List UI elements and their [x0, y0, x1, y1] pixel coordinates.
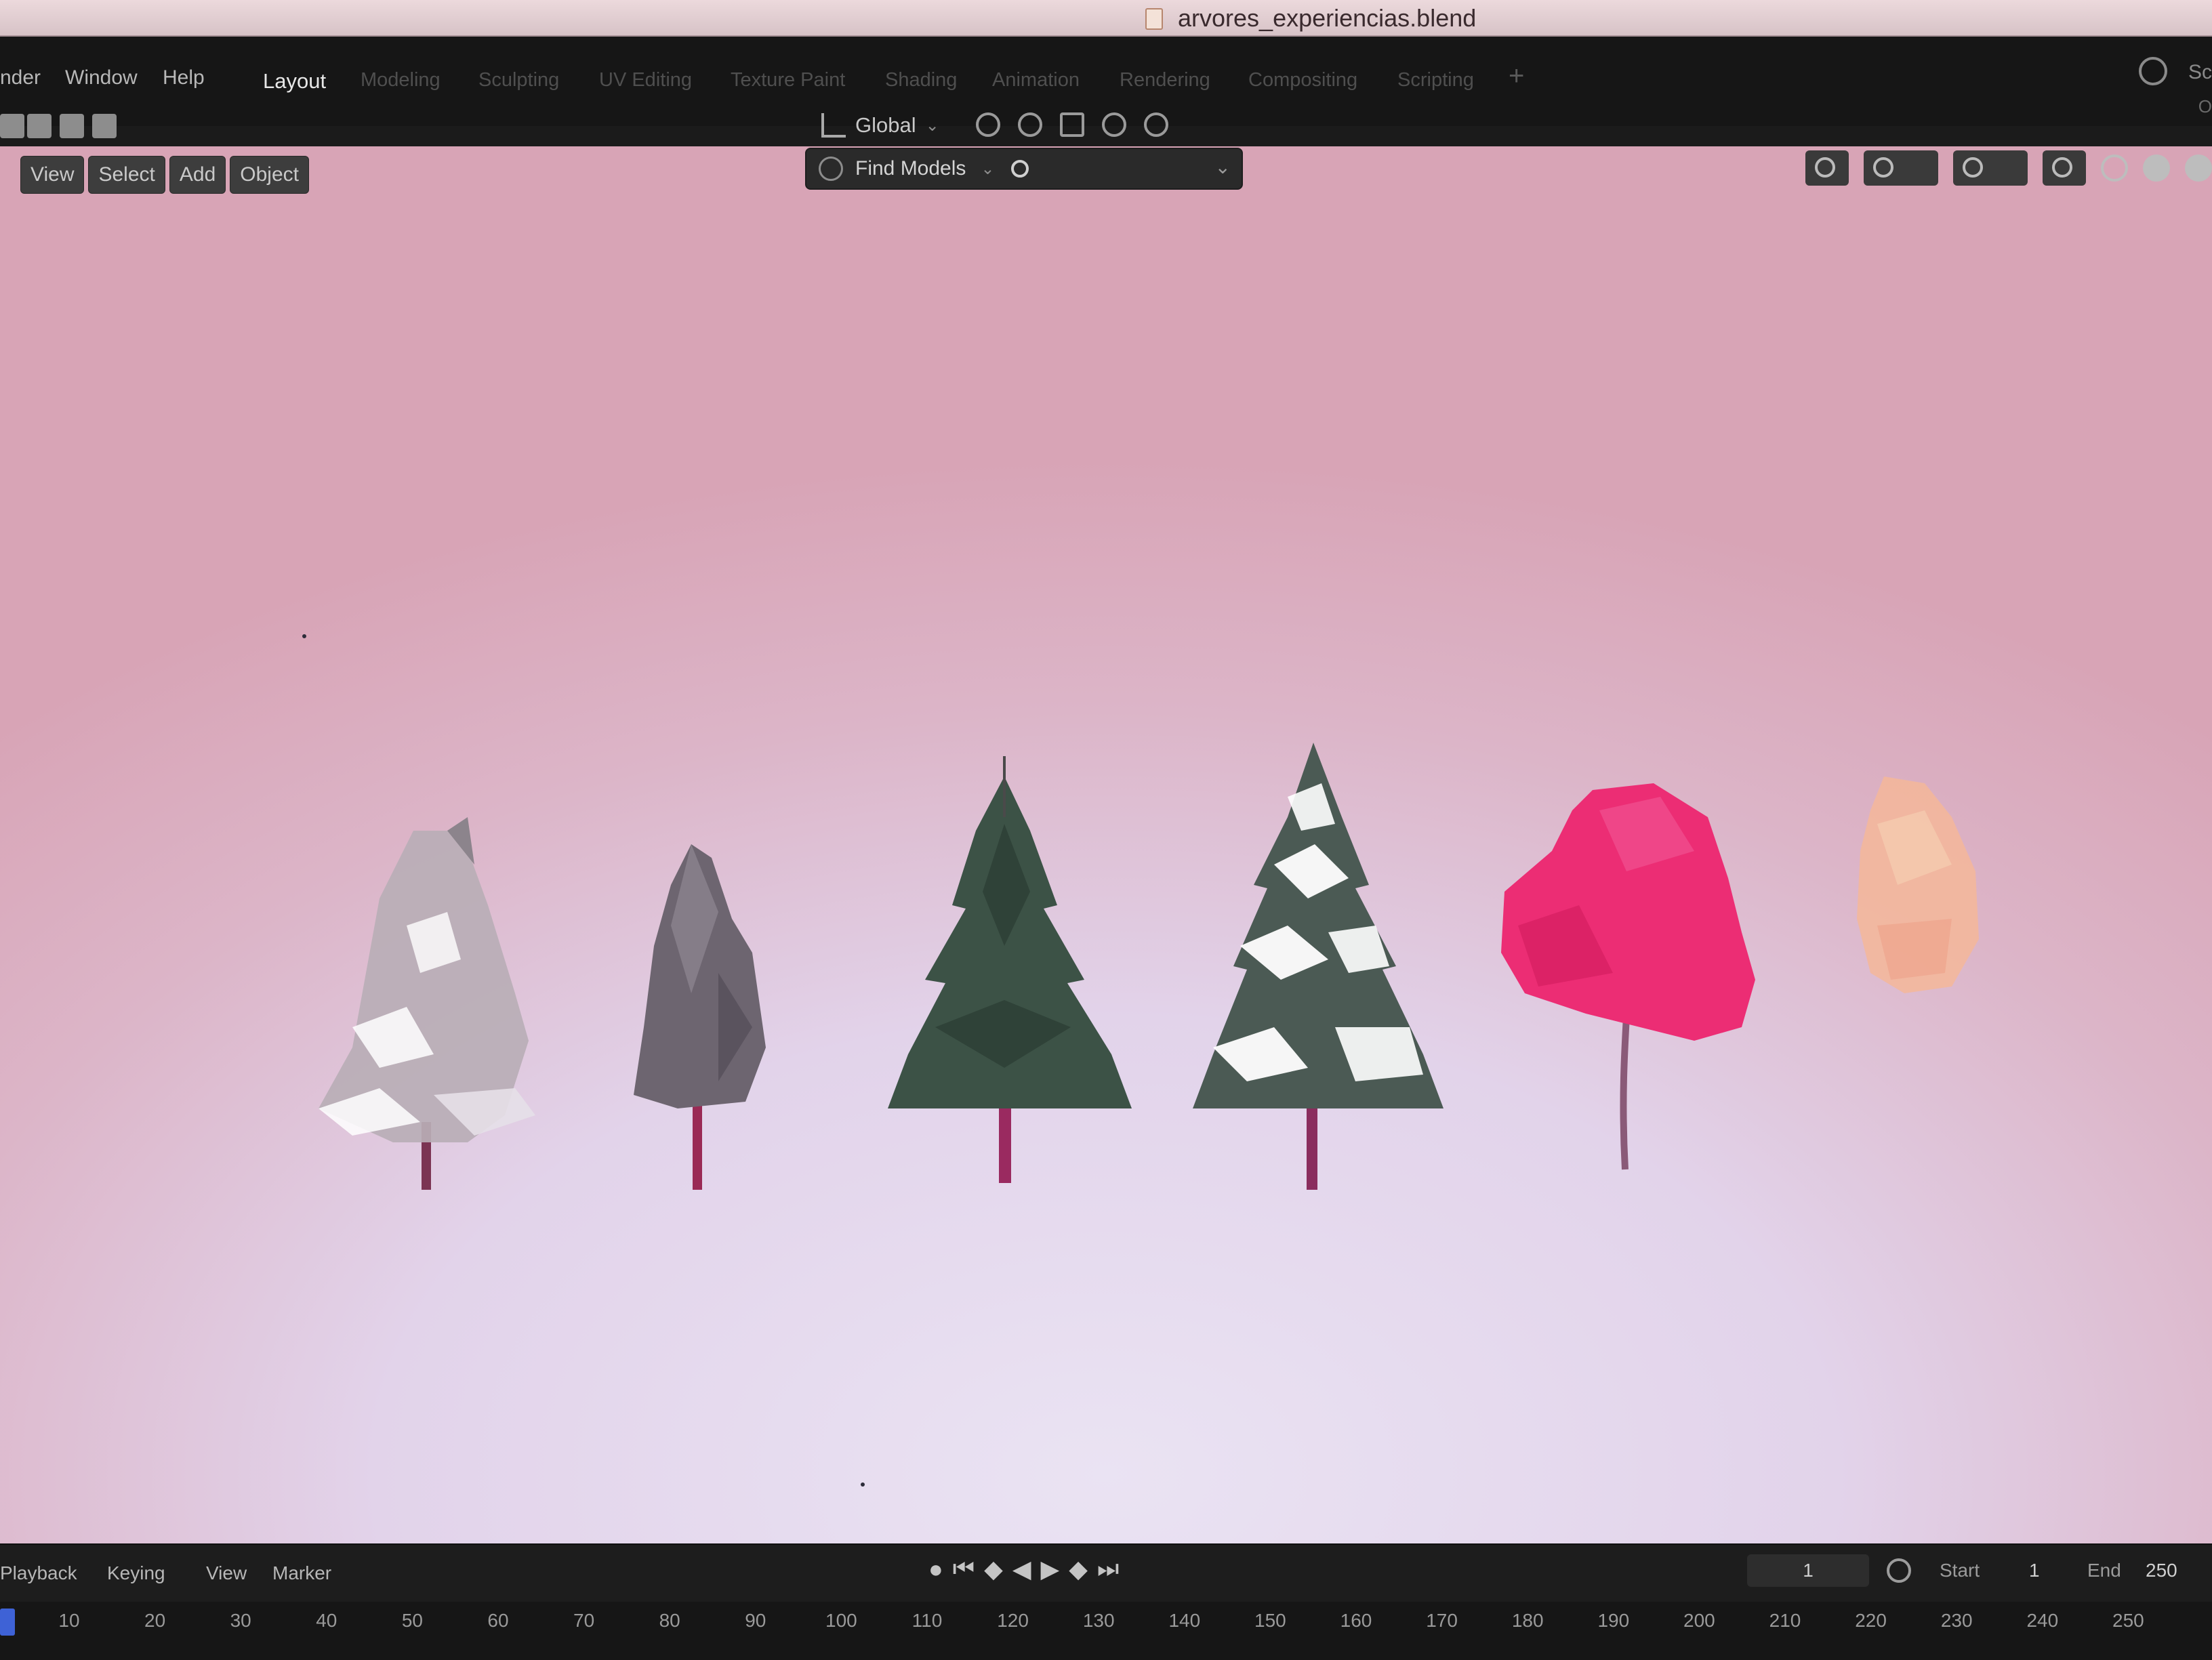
jump-end-icon[interactable]: ⏭	[1097, 1554, 1119, 1583]
stopwatch-icon[interactable]	[1887, 1558, 1911, 1583]
play-reverse-icon[interactable]: ◀	[1012, 1555, 1031, 1583]
select-subtract-icon[interactable]	[60, 114, 84, 138]
next-keyframe-icon[interactable]: ◆	[1069, 1555, 1088, 1583]
add-workspace-button[interactable]: +	[1509, 61, 1524, 91]
playback-controls: ● ⏮ ◆ ◀ ▶ ◆ ⏭	[928, 1554, 1119, 1583]
frame-tick: 40	[316, 1610, 337, 1631]
frame-tick: 90	[745, 1610, 766, 1631]
frame-tick: 80	[659, 1610, 680, 1631]
scene-objects	[319, 743, 1979, 1190]
pivot-icon[interactable]	[976, 112, 1000, 137]
frame-ruler[interactable]: 10 20 30 40 50 60 70 80 90 100 110 120 130 140 150 160 1…	[0, 1602, 2212, 1660]
select-intersect-icon[interactable]	[92, 114, 117, 138]
menu-keying[interactable]: Keying	[107, 1562, 165, 1584]
tree-1[interactable]	[319, 817, 535, 1190]
tree-2[interactable]	[634, 844, 766, 1190]
viewport-header: Global ⌄	[0, 108, 2212, 146]
select-mode-icon[interactable]	[0, 114, 24, 138]
tab-texture-paint[interactable]: Texture Paint	[731, 69, 845, 91]
tree-6[interactable]	[1857, 776, 1979, 993]
tab-uv-editing[interactable]: UV Editing	[599, 69, 692, 91]
frame-tick: 30	[230, 1610, 251, 1631]
tab-animation[interactable]: Animation	[992, 69, 1080, 91]
3d-viewport[interactable]: View Select Add Object Find Models ⌄ ⌄	[0, 146, 2212, 1543]
tab-compositing[interactable]: Compositing	[1248, 69, 1357, 91]
tab-layout[interactable]: Layout	[263, 69, 326, 94]
frame-tick: 190	[1597, 1610, 1630, 1631]
playhead[interactable]	[0, 1609, 15, 1636]
window-titlebar: arvores_experiencias.blend	[0, 0, 2212, 37]
frame-tick: 110	[912, 1610, 943, 1631]
frame-tick: 70	[573, 1610, 595, 1631]
timeline-editor: Playback Keying View Marker ● ⏮ ◆ ◀ ▶ ◆ …	[0, 1543, 2212, 1660]
origin-dot	[302, 634, 306, 638]
tab-rendering[interactable]: Rendering	[1120, 69, 1210, 91]
snapping-tools	[976, 112, 1168, 137]
tree-5[interactable]	[1501, 783, 1755, 1170]
window-title: arvores_experiencias.blend	[1178, 4, 1477, 32]
menu-playback[interactable]: Playback	[0, 1562, 77, 1584]
frame-tick: 200	[1683, 1610, 1715, 1631]
falloff-icon[interactable]	[1144, 112, 1168, 137]
end-label: End	[2087, 1560, 2121, 1581]
jump-start-icon[interactable]: ⏮	[953, 1554, 975, 1583]
blend-file-icon	[1145, 8, 1163, 30]
start-label: Start	[1940, 1560, 1980, 1581]
prev-keyframe-icon[interactable]: ◆	[984, 1555, 1003, 1583]
frame-tick: 240	[2026, 1610, 2059, 1631]
frame-tick: 210	[1769, 1610, 1801, 1631]
proportional-edit-icon[interactable]	[1102, 112, 1126, 137]
tab-modeling[interactable]: Modeling	[361, 69, 441, 91]
tab-shading[interactable]: Shading	[885, 69, 957, 91]
scene-label[interactable]: Sc	[2188, 61, 2212, 84]
origin-dot	[861, 1482, 865, 1487]
tab-scripting[interactable]: Scripting	[1397, 69, 1474, 91]
user-icon[interactable]	[2139, 57, 2167, 85]
frame-tick: 120	[997, 1610, 1029, 1631]
frame-tick: 130	[1082, 1610, 1115, 1631]
frame-tick: 20	[144, 1610, 166, 1631]
play-icon[interactable]: ▶	[1041, 1555, 1060, 1583]
menu-window[interactable]: Window	[65, 66, 138, 89]
select-extend-icon[interactable]	[27, 114, 52, 138]
frame-tick: 160	[1340, 1610, 1372, 1631]
frame-tick: 60	[487, 1610, 509, 1631]
snap-icon[interactable]	[1018, 112, 1042, 137]
tree-4[interactable]	[1193, 743, 1443, 1190]
frame-tick: 220	[1855, 1610, 1887, 1631]
frame-tick: 50	[401, 1610, 423, 1631]
start-frame-field[interactable]: 1	[2029, 1560, 2040, 1581]
menu-render[interactable]: nder	[0, 66, 41, 89]
frame-tick: 230	[1940, 1610, 1973, 1631]
chevron-down-icon: ⌄	[925, 116, 939, 135]
menu-timeline-view[interactable]: View	[206, 1562, 247, 1584]
frame-tick: 140	[1168, 1610, 1201, 1631]
frame-tick: 170	[1426, 1610, 1458, 1631]
tab-sculpting[interactable]: Sculpting	[478, 69, 559, 91]
current-frame-field[interactable]: 1	[1747, 1554, 1869, 1587]
record-icon[interactable]: ●	[928, 1555, 943, 1583]
snap-target-icon[interactable]	[1060, 112, 1084, 137]
orientation-label: Global	[855, 113, 916, 137]
frame-tick: 150	[1254, 1610, 1286, 1631]
end-frame-field[interactable]: 250	[2146, 1560, 2177, 1581]
frame-tick: 100	[825, 1610, 857, 1631]
frame-tick: 250	[2112, 1610, 2144, 1631]
frame-tick: 180	[1511, 1610, 1544, 1631]
axis-icon	[821, 113, 846, 138]
menu-marker[interactable]: Marker	[272, 1562, 331, 1584]
transform-orientation-dropdown[interactable]: Global ⌄	[821, 108, 939, 142]
frame-tick: 10	[58, 1610, 80, 1631]
tree-3[interactable]	[888, 756, 1132, 1183]
menu-help[interactable]: Help	[163, 66, 205, 89]
